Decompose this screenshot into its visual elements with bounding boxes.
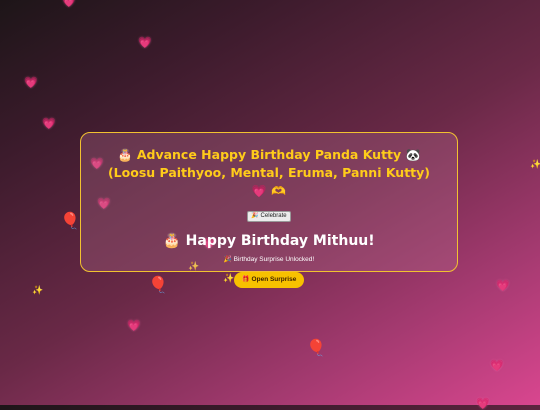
celebrate-button[interactable]: 🎉 Celebrate xyxy=(247,211,291,222)
open-surprise-button[interactable]: 🎁 Open Surprise xyxy=(233,272,305,288)
cake-icon: 🎂 xyxy=(117,148,133,162)
birthday-card: 🎂 Advance Happy Birthday Panda Kutty 🐼 (… xyxy=(80,132,458,288)
balloon-icon: 🎈 xyxy=(306,338,326,357)
unlocked-text: Birthday Surprise Unlocked! xyxy=(233,256,315,263)
party-popper-icon: 🎉 xyxy=(223,256,232,263)
title-main: Advance Happy Birthday Panda Kutty xyxy=(136,147,402,162)
floating-heart-icon: 💗 xyxy=(24,76,38,89)
unlocked-message: 🎉 Birthday Surprise Unlocked! xyxy=(81,256,457,264)
balloon-icon: 🎈 xyxy=(60,211,80,230)
floating-heart-icon: 💗 xyxy=(42,117,56,130)
heart-hands-icon: 🫶 xyxy=(271,184,287,198)
floating-heart-icon: 💗 xyxy=(490,359,504,372)
floating-heart-icon: 💗 xyxy=(496,279,510,292)
gift-icon: 🎁 xyxy=(241,276,250,283)
floating-heart-icon: 💗 xyxy=(138,36,152,49)
card-title: 🎂 Advance Happy Birthday Panda Kutty 🐼 (… xyxy=(99,146,439,200)
title-nicknames: (Loosu Paithyoo, Mental, Eruma, Panni Ku… xyxy=(107,165,431,180)
heart-icon: 💗 xyxy=(251,184,267,198)
greeting-text: Happy Birthday Mithuu! xyxy=(185,233,375,249)
floating-heart-icon: 💗 xyxy=(127,319,141,332)
floating-heart-icon: 💗 xyxy=(476,397,490,410)
cake-icon: 🎂 xyxy=(163,233,181,249)
sparkle-icon: ✨ xyxy=(32,286,44,296)
floating-heart-icon: 💗 xyxy=(62,0,76,8)
sparkle-icon: ✨ xyxy=(530,160,540,170)
open-surprise-label: Open Surprise xyxy=(251,276,297,283)
panda-icon: 🐼 xyxy=(405,148,421,162)
greeting-heading: 🎂 Happy Birthday Mithuu! xyxy=(81,232,457,250)
